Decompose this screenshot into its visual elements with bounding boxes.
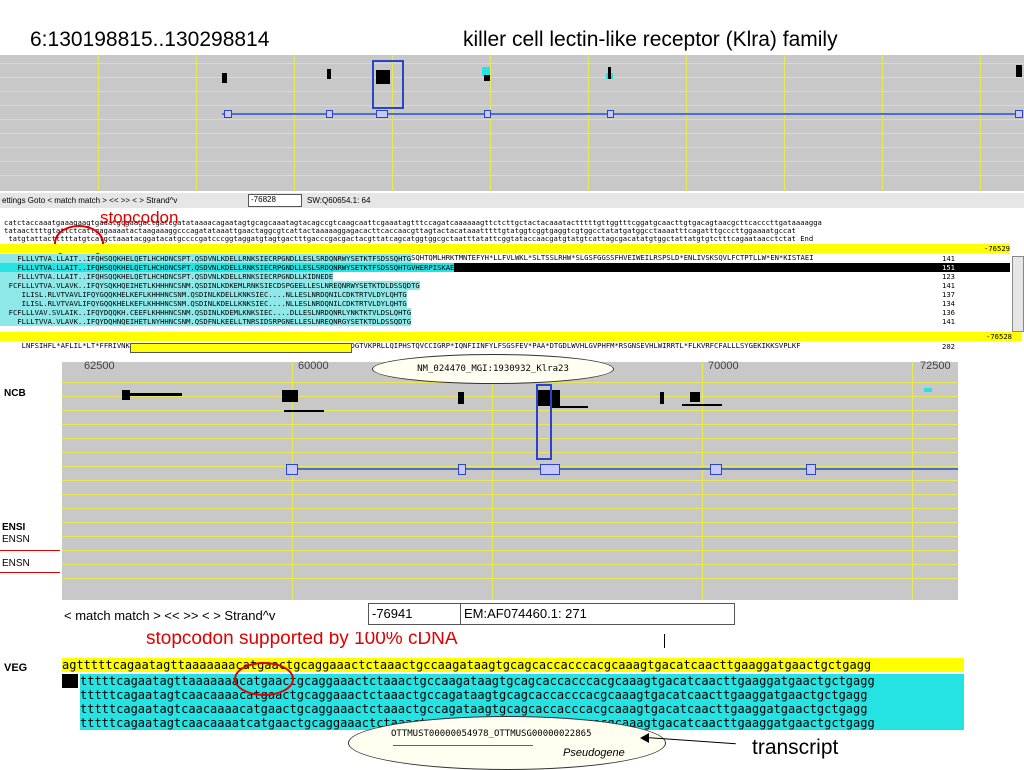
gene-feature[interactable] [122, 393, 182, 396]
aa-translation-bar: LKFQYTLLISIFDIITVTNLV QNS*QKHEIQETLNCQDK… [0, 244, 1010, 262]
exon[interactable] [1015, 110, 1023, 118]
bottom-toolbar: < match match > << >> < > Strand^v -7694… [62, 600, 958, 630]
gene-feature[interactable] [552, 406, 588, 408]
stopcodon-annotation: stopcodon supported by 100% cDNA [146, 632, 458, 649]
exon[interactable] [806, 464, 816, 475]
gene-feature[interactable] [222, 73, 227, 83]
alignment-scrollbar[interactable] [1012, 256, 1024, 332]
alignment-length: 141 [942, 281, 955, 290]
toolbar-controls[interactable]: < match match > << >> < > Strand^v [64, 608, 275, 623]
row-count: 202 [942, 342, 955, 351]
callout-label: NM_024470_MGI:1930932_Klra23 [417, 364, 569, 374]
track-label-ensn: ENSN [2, 558, 30, 569]
alignment-row[interactable]: FLLLVTVA.LLAIT..IFQHSQQKHELQETLHCHDNCSPT… [0, 263, 1010, 272]
bottom-browser-panel: 62500 60000 70000 72500 NM_024470_MGI:19… [62, 354, 958, 600]
alignment-row[interactable]: FLLLVTVA.LLAIT..IFQHSQQKHELQETLHCHDNCSPT… [0, 254, 1010, 263]
alignment-sequence: ILISL.RLVTVAVLIFQYGQQKHELKEFLKHHHNCSNM.Q… [0, 299, 407, 308]
scale-tick: 72500 [920, 360, 951, 372]
gene-feature[interactable] [284, 410, 324, 412]
exon[interactable] [286, 464, 298, 475]
alignment-sequence: FLLLVTVA.LLAIT..IFQHSQQKHELQETLHCHDNCSPT… [0, 254, 412, 263]
alignment-row[interactable]: FCFLLLVTVA.VLAVK..IFQYSQKHQEIHETLKHHHNCS… [0, 281, 1010, 290]
alignment-length: 134 [942, 299, 955, 308]
alignment-sequence: FLLLVTVA.LLAIT..IFQHSQQKHELQETLHCHDNCSPT… [0, 263, 455, 272]
track-label-veg: VEG [4, 662, 28, 674]
exon[interactable] [484, 110, 491, 118]
alignment-sequence: ILISL.RLVTVAVLIFQYGQQKHELKEFLKHHHNCSNM.Q… [0, 290, 407, 299]
aligned-sequence[interactable]: tttttcagaatagtcaacaaaacatgaactgcaggaaact… [80, 702, 964, 716]
alignment-sequence: FCFLLLVTVA.VLAVK..IFQYSQKHQEIHETLKHHHNCS… [0, 281, 420, 290]
gene-feature[interactable] [660, 392, 664, 404]
transcript-line [286, 468, 958, 470]
top-sequence-area: catctaccaaatgaaagaagtgaaatgcgaagactgatcg… [0, 210, 1024, 358]
selection-box[interactable] [536, 384, 552, 460]
family-title: killer cell lectin-like receptor (Klra) … [463, 28, 838, 51]
gene-feature[interactable] [682, 404, 722, 406]
exon[interactable] [376, 110, 388, 118]
alignment-row[interactable]: ILISL.RLVTVAVLIFQYGQQKHELKEFLKHHHNCSNM.Q… [0, 290, 1010, 299]
alignment-row[interactable]: FLLLVTVA.LLAIT..IFQHSQQKHELQETLHCHDNCSPT… [0, 272, 1010, 281]
gene-feature[interactable] [484, 75, 490, 81]
top-overview-panel [0, 55, 1024, 191]
gene-feature[interactable] [1016, 65, 1022, 77]
position-input[interactable]: -76828 [248, 194, 302, 207]
exon[interactable] [224, 110, 232, 118]
alignment-length: 141 [942, 317, 955, 326]
exon[interactable] [326, 110, 333, 118]
aligned-sequence[interactable]: tttttcagaatagttaaaaaaacatgaactgcaggaaact… [80, 674, 964, 688]
alignment-sequence: FCFLLLVAV.SVLAIK..IFQYDQQKH.CEEFLKHHHNCS… [0, 308, 412, 317]
genomic-coordinates: 6:130198815..130298814 [30, 28, 270, 51]
aa-frame-position: -76529 [984, 244, 1010, 253]
alignment-length: 123 [942, 272, 955, 281]
match-result: EM:AF074460.1: 271 [460, 603, 735, 625]
top-toolbar: ettings Goto < match match > << >> < > S… [0, 193, 1024, 208]
pseudogene-id: OTTMUST00000054978_OTTMUSG00000022865 [391, 729, 592, 739]
scale-tick: 60000 [298, 360, 329, 372]
pseudogene-label: Pseudogene [563, 747, 625, 759]
track-label-ensi: ENSI [2, 522, 26, 533]
position-input[interactable]: -76941 [368, 603, 461, 625]
gene-feature[interactable] [282, 390, 298, 402]
alignment-row[interactable]: FLLLTVVA.VLAVK..IFQYDQHNQEIHETLNYHHNCSNM… [0, 317, 1010, 326]
scale-tick: 62500 [84, 360, 115, 372]
veg-label-column: VEG [0, 632, 62, 730]
scale-tick: 70000 [708, 360, 739, 372]
alignment-length: 137 [942, 290, 955, 299]
yellow-track-block[interactable] [130, 343, 352, 353]
alignment-length: 141 [942, 254, 955, 263]
exon[interactable] [458, 464, 466, 475]
selection-box[interactable] [372, 60, 404, 109]
stopcodon-annotation: stopcodon [100, 210, 179, 227]
dna-line: tatgtattactttttatgtcatgctaaatacggatacatg… [4, 234, 814, 243]
alignment-sequence: FLLLTVVA.VLAVK..IFQYDQHNQEIHETLNYHHNCSNM… [0, 317, 412, 326]
exon[interactable] [607, 110, 614, 118]
aa-frame-position: -76528 [986, 332, 1012, 341]
track-label-ensn: ENSN [2, 534, 30, 545]
aa-translation-bar: LNFSIHFL*AFLIL*LT*FFRIVNKNMNCRKL*TAKISAA… [0, 332, 1022, 350]
aligned-sequence[interactable]: tttttcagaatagtcaacaaaacatgaactgcaggaaact… [80, 688, 964, 702]
pseudogene-callout: OTTMUST00000054978_OTTMUSG00000022865 Ps… [348, 716, 666, 770]
gene-feature[interactable] [924, 388, 932, 392]
gene-feature[interactable] [608, 67, 611, 79]
gene-feature[interactable] [458, 392, 464, 404]
gene-feature[interactable] [690, 392, 700, 402]
exon[interactable] [710, 464, 722, 475]
transcript-callout: NM_024470_MGI:1930932_Klra23 [372, 354, 614, 384]
exon[interactable] [540, 464, 560, 475]
match-result: SW:Q60654.1: 64 [307, 196, 371, 205]
alignment-row[interactable]: ILISL.RLVTVAVLIFQYGQQKHELKEFLKHHHNCSNM.Q… [0, 299, 1010, 308]
alignment-sequence: FLLLVTVA.LLAIT..IFQHSQQKHELQETLHCHDNCSPT… [0, 272, 334, 281]
transcript-annotation: transcript [752, 736, 839, 759]
alignment-row[interactable]: FCFLLLVAV.SVLAIK..IFQYDQQKH.CEEFLKHHHNCS… [0, 308, 1010, 317]
track-label-column: NCB ENSI ENSN ENSN [0, 362, 62, 600]
alignment-length: 136 [942, 308, 955, 317]
stopcodon-circle [234, 662, 294, 696]
toolbar-controls[interactable]: ettings Goto < match match > << >> < > S… [2, 196, 177, 205]
arrow-head-icon [640, 733, 649, 743]
gene-feature[interactable] [327, 69, 331, 79]
track-label-ncbi: NCB [4, 388, 26, 399]
transcript-line [222, 113, 1020, 115]
alignment-length: 151 [942, 263, 955, 272]
reference-sequence: agtttttcagaatagttaaaaaaacatgaactgcaggaaa… [62, 658, 964, 672]
